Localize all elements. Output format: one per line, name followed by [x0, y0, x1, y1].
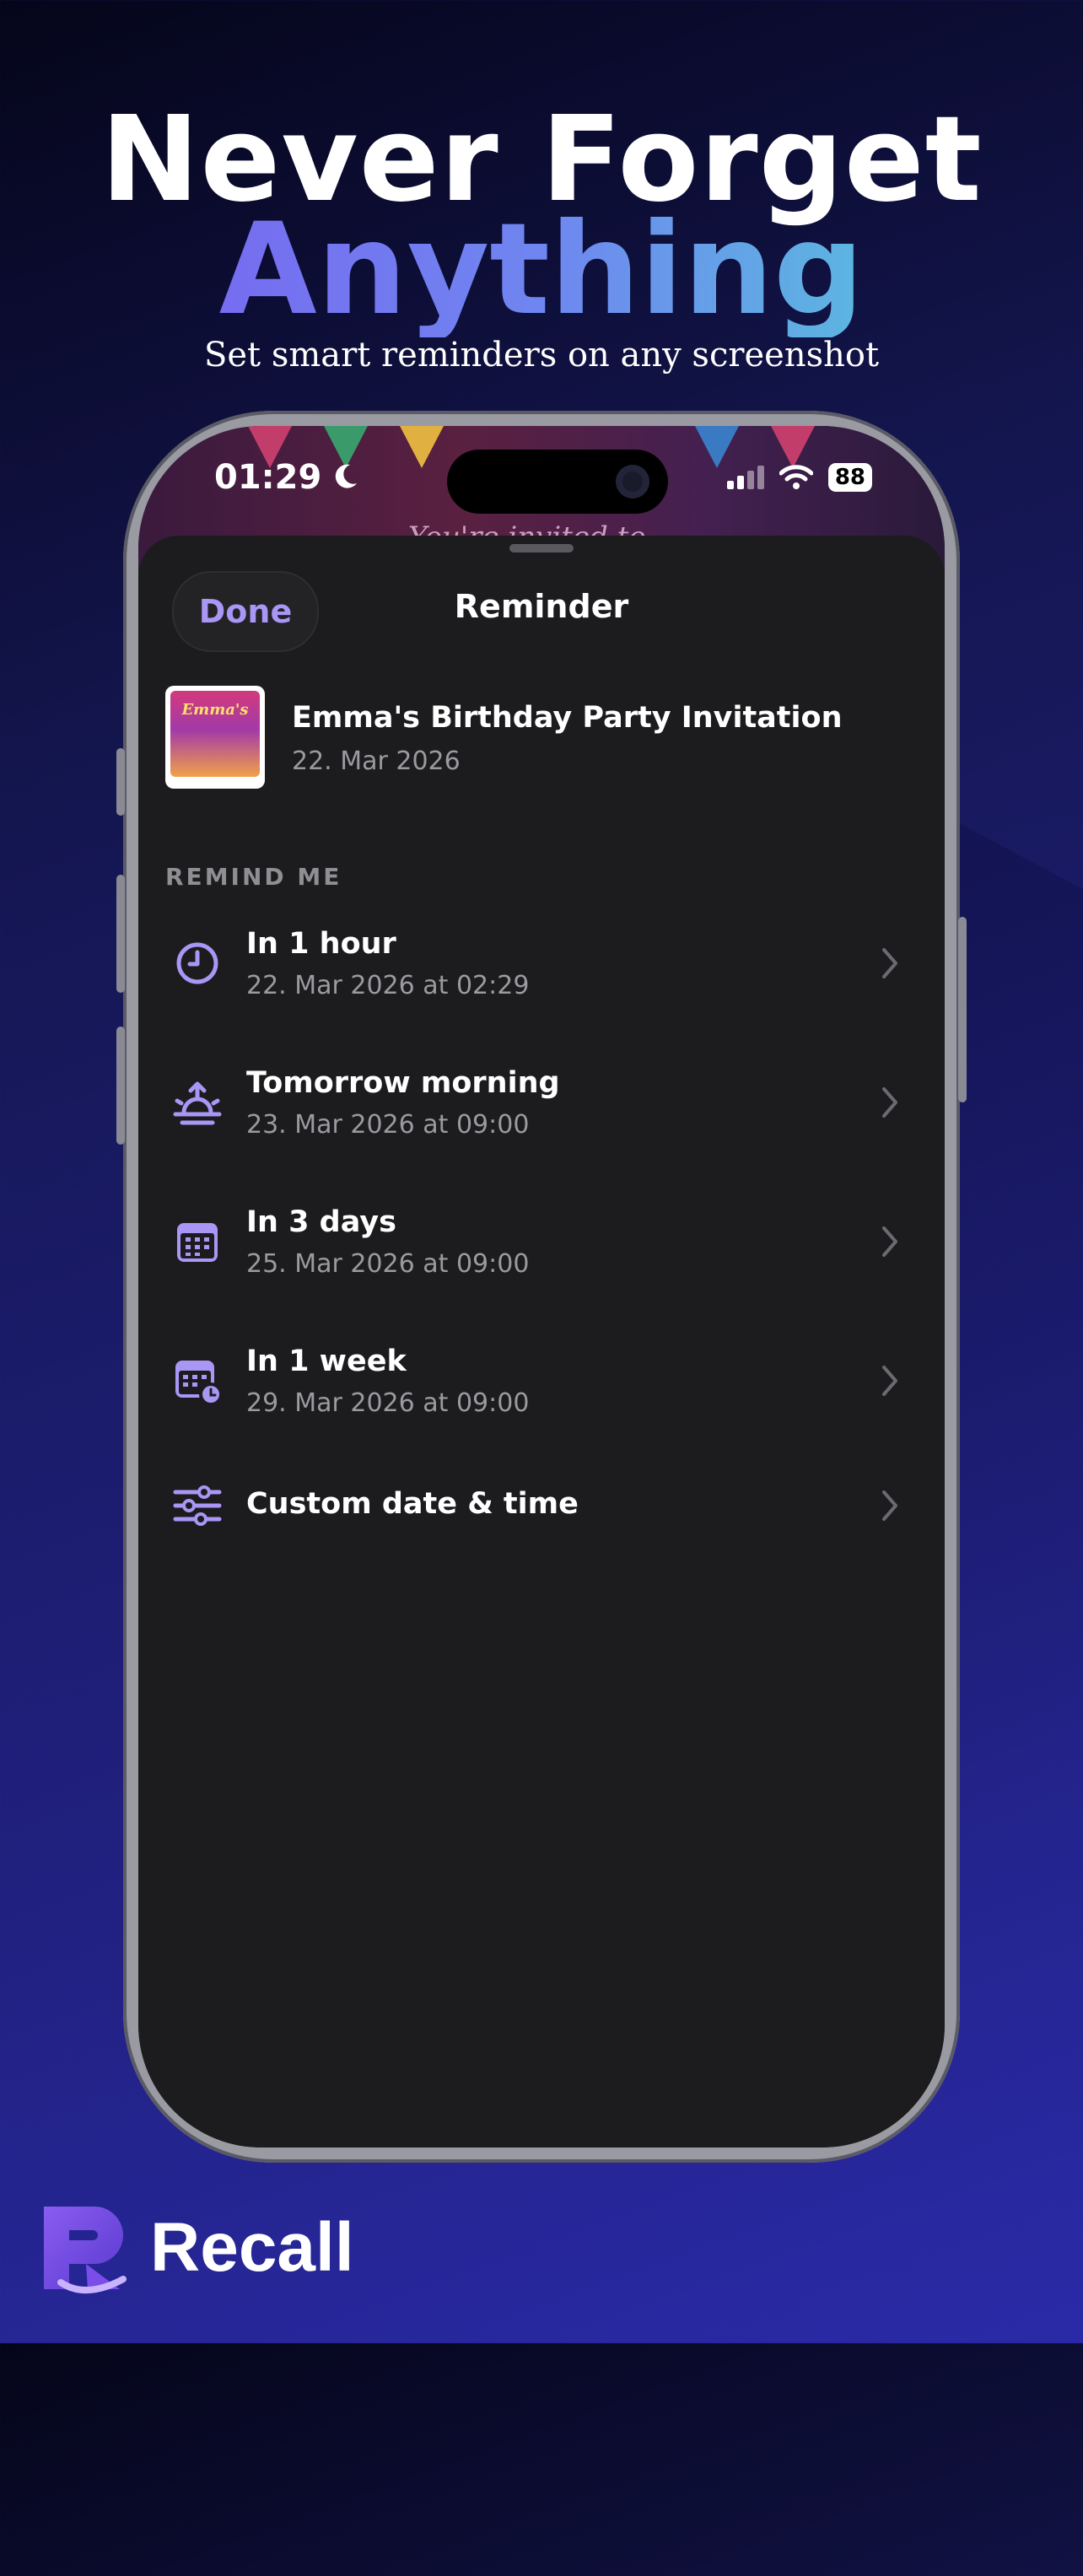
recall-logo-icon — [44, 2207, 127, 2293]
sheet-title: Reminder — [454, 588, 629, 625]
moon-icon — [336, 464, 358, 488]
phone-frame: You're invited to 01:29 88 — [116, 411, 967, 2163]
dynamic-island — [447, 450, 668, 514]
status-indicators: 88 — [726, 463, 872, 492]
option-in-1-week[interactable]: In 1 week 29. Mar 2026 at 09:00 — [138, 1318, 945, 1444]
section-header-remind-me: REMIND ME — [165, 863, 342, 891]
option-in-1-hour[interactable]: In 1 hour 22. Mar 2026 at 02:29 — [138, 900, 945, 1027]
option-title: Custom date & time — [246, 1487, 579, 1521]
calendar-icon — [177, 1223, 218, 1262]
phone-side-button — [116, 748, 125, 816]
wifi-icon — [779, 465, 813, 489]
item-title: Emma's Birthday Party Invitation — [292, 701, 843, 735]
option-subtitle: 25. Mar 2026 at 09:00 — [246, 1249, 530, 1279]
calendar-clock-icon — [175, 1361, 223, 1406]
brand-logo: Recall — [35, 2197, 354, 2298]
phone-screen: You're invited to 01:29 88 — [138, 426, 945, 2148]
chevron-right-icon — [882, 1490, 897, 1521]
sheet-grabber[interactable] — [509, 544, 574, 552]
camera-icon — [616, 465, 649, 498]
option-title: In 1 week — [246, 1345, 407, 1378]
chevron-right-icon — [882, 1087, 897, 1118]
phone-side-button — [116, 875, 125, 993]
brand-name: Recall — [150, 2209, 354, 2286]
status-time-text: 01:29 — [214, 458, 322, 497]
option-title: Tomorrow morning — [246, 1066, 560, 1100]
clock-icon — [176, 942, 218, 984]
option-title: In 3 days — [246, 1205, 396, 1239]
thumbnail-text: Emma's — [181, 701, 249, 719]
sunrise-icon — [173, 1081, 222, 1125]
status-time: 01:29 — [214, 458, 358, 497]
chevron-right-icon — [882, 948, 897, 978]
chevron-right-icon — [882, 1366, 897, 1396]
option-tomorrow-morning[interactable]: Tomorrow morning 23. Mar 2026 at 09:00 — [138, 1039, 945, 1166]
option-custom-date-time[interactable]: Custom date & time — [138, 1447, 945, 1565]
phone-side-button — [116, 1027, 125, 1145]
signal-icon — [726, 466, 764, 489]
option-subtitle: 23. Mar 2026 at 09:00 — [246, 1110, 530, 1140]
chevron-right-icon — [882, 1226, 897, 1257]
promo-subtitle: Set smart reminders on any screenshot — [203, 336, 880, 375]
phone-side-button — [958, 917, 967, 1102]
sliders-icon — [173, 1485, 222, 1526]
option-in-3-days[interactable]: In 3 days 25. Mar 2026 at 09:00 — [138, 1178, 945, 1305]
battery-indicator: 88 — [827, 463, 872, 492]
item-date: 22. Mar 2026 — [292, 746, 461, 776]
screenshot-thumbnail: Emma's — [165, 686, 265, 789]
reminder-sheet: Done Reminder Emma's Emma's Birthday Par… — [138, 536, 945, 2148]
headline-line-2: Anything — [0, 202, 1083, 337]
option-subtitle: 22. Mar 2026 at 02:29 — [246, 971, 530, 1000]
option-subtitle: 29. Mar 2026 at 09:00 — [246, 1388, 530, 1418]
option-title: In 1 hour — [246, 927, 396, 961]
